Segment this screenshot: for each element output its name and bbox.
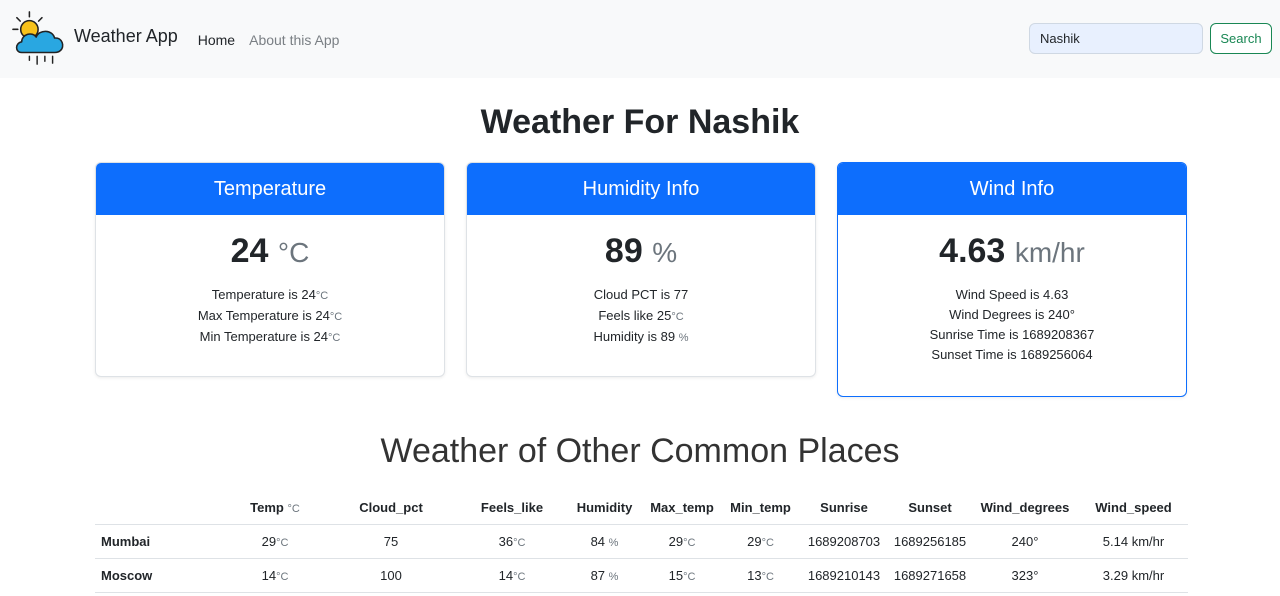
humidity-value: 89 bbox=[604, 232, 643, 270]
column-header-wind-speed: Wind_speed bbox=[1079, 492, 1188, 525]
min-temperature-line: Min Temperature is 24°C bbox=[199, 329, 341, 344]
temperature-unit: °C bbox=[277, 237, 310, 268]
max-temp-cell: 29°C bbox=[642, 524, 722, 559]
table-row: Mumbai 29°C 75 36°C 84 % 29°C 29°C 16892… bbox=[95, 524, 1188, 559]
sunrise-time-line: Sunrise Time is 1689208367 bbox=[929, 327, 1095, 342]
wind-value: 4.63 bbox=[939, 232, 1006, 270]
other-places-title: Weather of Other Common Places bbox=[380, 432, 900, 470]
cloud-pct-cell: 75 bbox=[325, 524, 457, 559]
nav-link-home[interactable]: Home bbox=[198, 32, 235, 48]
wind-degrees-cell: 323° bbox=[971, 558, 1079, 593]
column-header-cloud-pct: Cloud_pct bbox=[325, 492, 457, 525]
search-button[interactable]: Search bbox=[1210, 23, 1272, 54]
column-header-humidity: Humidity bbox=[567, 492, 642, 525]
min-temp-cell: 13°C bbox=[722, 558, 799, 593]
column-header-temp: Temp °C bbox=[225, 492, 325, 525]
temperature-value: 24 bbox=[230, 232, 269, 270]
column-header-sunrise: Sunrise bbox=[799, 492, 889, 525]
wind-speed-cell: 3.29 km/hr bbox=[1079, 558, 1188, 593]
column-header-min-temp: Min_temp bbox=[722, 492, 799, 525]
humidity-line: Humidity is 89 % bbox=[593, 329, 689, 344]
sun-cloud-rain-icon bbox=[12, 11, 64, 65]
max-temp-cell: 15°C bbox=[642, 558, 722, 593]
search-form: Search bbox=[1029, 23, 1272, 54]
table-row: Moscow 14°C 100 14°C 87 % 15°C 13°C 1689… bbox=[95, 558, 1188, 593]
temperature-card: Temperature 24 °C Temperature is 24°C Ma… bbox=[95, 162, 445, 377]
search-input[interactable] bbox=[1029, 23, 1203, 54]
feels-like-cell: 36°C bbox=[457, 524, 567, 559]
wind-card: Wind Info 4.63 km/hr Wind Speed is 4.63 … bbox=[837, 162, 1187, 397]
column-header-wind-degrees: Wind_degrees bbox=[971, 492, 1079, 525]
city-name: Mumbai bbox=[95, 524, 225, 559]
column-header-city bbox=[95, 492, 225, 525]
nav-link-about[interactable]: About this App bbox=[249, 32, 339, 48]
table-header-row: Temp °C Cloud_pct Feels_like Humidity Ma… bbox=[95, 492, 1188, 525]
sunset-cell: 1689256185 bbox=[889, 524, 971, 559]
temperature-value-row: 24 °C bbox=[96, 231, 444, 273]
cloud-pct-cell: 100 bbox=[325, 558, 457, 593]
cloud-pct-line: Cloud PCT is 77 bbox=[593, 287, 689, 302]
column-header-sunset: Sunset bbox=[889, 492, 971, 525]
nav-links: Home About this App bbox=[198, 32, 340, 48]
temperature-line: Temperature is 24°C bbox=[211, 287, 329, 302]
humidity-cell: 87 % bbox=[567, 558, 642, 593]
navbar: Weather App Home About this App Search bbox=[0, 0, 1280, 78]
temp-cell: 29°C bbox=[225, 524, 325, 559]
column-header-feels-like: Feels_like bbox=[457, 492, 567, 525]
humidity-cell: 84 % bbox=[567, 524, 642, 559]
humidity-card: Humidity Info 89 % Cloud PCT is 77 Feels… bbox=[466, 162, 816, 377]
wind-value-row: 4.63 km/hr bbox=[838, 231, 1186, 273]
humidity-card-header: Humidity Info bbox=[467, 163, 815, 215]
humidity-unit: % bbox=[652, 237, 678, 268]
wind-degrees-cell: 240° bbox=[971, 524, 1079, 559]
city-name: Moscow bbox=[95, 558, 225, 593]
wind-degrees-line: Wind Degrees is 240° bbox=[949, 307, 1075, 322]
weather-cards: Temperature 24 °C Temperature is 24°C Ma… bbox=[0, 150, 1280, 402]
sunset-cell: 1689271658 bbox=[889, 558, 971, 593]
page-title: Weather For Nashik bbox=[480, 103, 800, 141]
wind-card-header: Wind Info bbox=[838, 163, 1186, 215]
feels-like-cell: 14°C bbox=[457, 558, 567, 593]
max-temperature-line: Max Temperature is 24°C bbox=[197, 308, 343, 323]
other-places-table: Temp °C Cloud_pct Feels_like Humidity Ma… bbox=[95, 492, 1188, 593]
feels-like-line: Feels like 25°C bbox=[598, 308, 684, 323]
sunset-time-line: Sunset Time is 1689256064 bbox=[931, 347, 1093, 362]
wind-unit: km/hr bbox=[1014, 237, 1085, 268]
sunrise-cell: 1689210143 bbox=[799, 558, 889, 593]
column-header-max-temp: Max_temp bbox=[642, 492, 722, 525]
temp-cell: 14°C bbox=[225, 558, 325, 593]
temperature-card-header: Temperature bbox=[96, 163, 444, 215]
wind-speed-cell: 5.14 km/hr bbox=[1079, 524, 1188, 559]
brand-link[interactable]: Weather App bbox=[12, 10, 198, 68]
min-temp-cell: 29°C bbox=[722, 524, 799, 559]
sunrise-cell: 1689208703 bbox=[799, 524, 889, 559]
wind-speed-line: Wind Speed is 4.63 bbox=[955, 287, 1069, 302]
brand-name: Weather App bbox=[74, 25, 178, 46]
humidity-value-row: 89 % bbox=[467, 231, 815, 273]
